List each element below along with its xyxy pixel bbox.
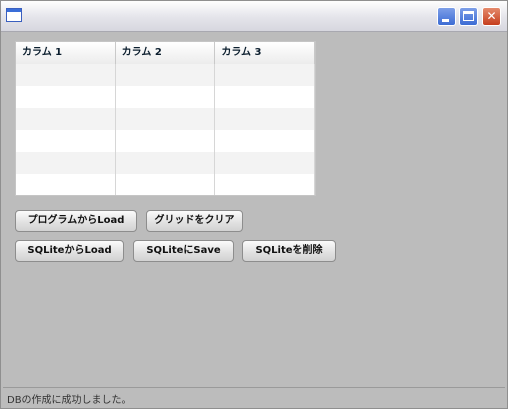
column-header-3[interactable]: カラム 3 — [215, 42, 315, 64]
maximize-icon — [463, 11, 474, 21]
load-from-sqlite-button[interactable]: SQLiteからLoad — [15, 240, 124, 262]
grid-row — [16, 152, 315, 174]
load-from-program-button[interactable]: プログラムからLoad — [15, 210, 137, 232]
grid-header: カラム 1 カラム 2 カラム 3 — [16, 42, 315, 65]
status-message: DBの作成に成功しました。 — [7, 395, 132, 406]
grid-row — [16, 86, 315, 108]
column-header-1[interactable]: カラム 1 — [16, 42, 116, 64]
title-bar[interactable]: ✕ — [1, 1, 507, 32]
clear-grid-button[interactable]: グリッドをクリア — [146, 210, 243, 232]
column-header-2[interactable]: カラム 2 — [116, 42, 216, 64]
delete-sqlite-button[interactable]: SQLiteを削除 — [242, 240, 336, 262]
grid-row — [16, 108, 315, 130]
data-grid[interactable]: カラム 1 カラム 2 カラム 3 — [15, 41, 316, 196]
window-icon — [6, 8, 22, 22]
save-to-sqlite-button[interactable]: SQLiteにSave — [133, 240, 234, 262]
grid-row — [16, 130, 315, 152]
minimize-icon — [442, 19, 449, 22]
application-window: ✕ カラム 1 カラム 2 カラム 3 プログラムからLoad グリッドをクリア… — [0, 0, 508, 409]
maximize-button[interactable] — [459, 7, 478, 26]
grid-row — [16, 174, 315, 195]
minimize-button[interactable] — [437, 7, 456, 26]
close-icon: ✕ — [486, 9, 497, 23]
grid-body[interactable] — [16, 64, 315, 195]
grid-row — [16, 64, 315, 86]
close-button[interactable]: ✕ — [482, 7, 501, 26]
status-bar: DBの作成に成功しました。 — [3, 387, 505, 407]
